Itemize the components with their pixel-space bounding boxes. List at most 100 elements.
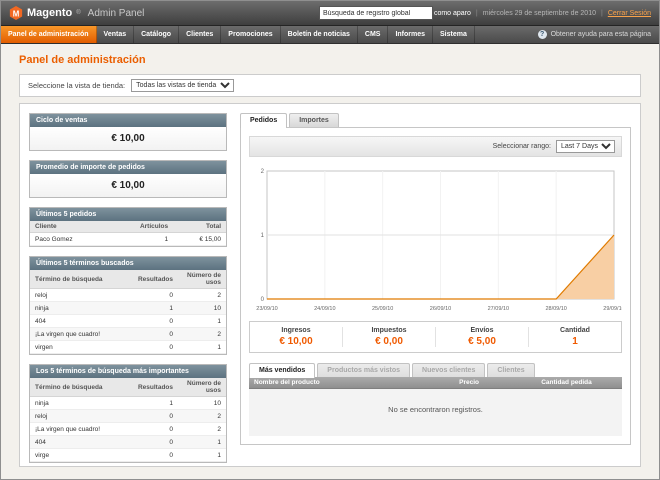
nav-item-label: Catálogo <box>141 31 171 38</box>
last-search-terms-table: Término de búsqueda Resultados Número de… <box>30 270 226 354</box>
nav-item[interactable]: Ventas <box>97 26 135 43</box>
nav-item-label: Ventas <box>104 31 127 38</box>
nav-item-label: Promociones <box>228 31 272 38</box>
search-term-row[interactable]: ninja 1 10 <box>30 397 226 410</box>
nav-item[interactable]: Sistema <box>433 26 475 43</box>
column-header: Cantidad pedida <box>536 377 622 389</box>
main-navigation: Panel de administración Ventas Catálogo Cli… <box>1 26 659 44</box>
total-cell: Cantidad 1 <box>529 327 621 347</box>
range-selector-bar: Seleccionar rango: Last 7 Days <box>249 136 622 157</box>
orders-chart: 01223/09/1024/09/1025/09/1026/09/1027/09… <box>249 164 622 314</box>
totals-bar: Ingresos € 10,00 Impuestos € 0,00 Envíos… <box>249 321 622 353</box>
svg-text:M: M <box>13 10 20 19</box>
total-value: 1 <box>529 336 621 347</box>
dashboard-right-column: PedidosImportes Seleccionar rango: Last … <box>240 113 631 457</box>
search-term: ninja <box>30 397 133 410</box>
search-term-row[interactable]: virgen 0 1 <box>30 341 226 354</box>
column-header: Resultados <box>133 378 178 397</box>
nav-item-label: Informes <box>395 31 425 38</box>
store-view-select[interactable]: Todas las vistas de tienda <box>131 79 234 92</box>
range-label: Seleccionar rango: <box>493 143 551 150</box>
dashboard-left-column: Ciclo de ventas € 10,00 Promedio de impo… <box>29 113 227 457</box>
lifetime-sales-box: Ciclo de ventas € 10,00 <box>29 113 227 151</box>
average-orders-title: Promedio de importe de pedidos <box>30 161 226 174</box>
search-term-row[interactable]: reloj 0 2 <box>30 410 226 423</box>
magento-logo-icon: M <box>9 6 23 20</box>
total-cell: Envíos € 5,00 <box>436 327 529 347</box>
help-icon: ? <box>538 30 547 39</box>
search-uses: 2 <box>178 410 226 423</box>
nav-item[interactable]: Boletín de noticias <box>281 26 358 43</box>
nav-item-label: Clientes <box>186 31 213 38</box>
search-uses: 1 <box>178 436 226 449</box>
search-term: reloj <box>30 289 133 302</box>
search-results: 1 <box>133 302 178 315</box>
total-label: Envíos <box>436 327 528 334</box>
last-orders-box: Últimos 5 pedidos Cliente Artículos Tota… <box>29 207 227 247</box>
separator: | <box>476 10 478 17</box>
nav-item[interactable]: Clientes <box>179 26 221 43</box>
magento-logo: M Magento® Admin Panel <box>9 6 144 20</box>
search-uses: 2 <box>178 423 226 436</box>
search-results: 0 <box>133 449 178 462</box>
svg-text:2: 2 <box>261 169 265 175</box>
nav-menu: Panel de administración Ventas Catálogo Cli… <box>1 26 475 43</box>
search-term-row[interactable]: 404 0 1 <box>30 315 226 328</box>
range-select[interactable]: Last 7 Days <box>556 140 615 153</box>
global-search-input[interactable] <box>319 6 433 20</box>
grid-tab[interactable]: Más vendidos <box>249 363 315 378</box>
order-items: 1 <box>109 233 173 246</box>
search-term: ¡La virgen que cuadro! <box>30 423 133 436</box>
nav-item-label: Sistema <box>440 31 467 38</box>
help-label: Obtener ayuda para esta página <box>551 31 651 38</box>
search-uses: 1 <box>178 341 226 354</box>
current-date: miércoles 29 de septiembre de 2010 <box>483 10 596 17</box>
svg-text:26/09/10: 26/09/10 <box>430 306 451 312</box>
order-total: € 15,00 <box>173 233 226 246</box>
chart-tab[interactable]: Importes <box>289 113 339 127</box>
column-header: Término de búsqueda <box>30 378 133 397</box>
svg-text:1: 1 <box>261 233 265 239</box>
total-cell: Impuestos € 0,00 <box>343 327 436 347</box>
search-term-row[interactable]: 404 0 1 <box>30 436 226 449</box>
search-term: virge <box>30 449 133 462</box>
search-term-row[interactable]: reloj 0 2 <box>30 289 226 302</box>
search-term-row[interactable]: virge 0 1 <box>30 449 226 462</box>
search-term-row[interactable]: ¡La virgen que cuadro! 0 2 <box>30 328 226 341</box>
search-results: 0 <box>133 328 178 341</box>
chart-tabs: PedidosImportes <box>240 113 631 127</box>
nav-item[interactable]: Catálogo <box>134 26 179 43</box>
column-header: Artículos <box>109 221 173 233</box>
logout-link[interactable]: Cerrar Sesión <box>608 10 651 17</box>
total-value: € 5,00 <box>436 336 528 347</box>
top-bar: M Magento® Admin Panel Accedió como apar… <box>1 1 659 26</box>
search-uses: 2 <box>178 328 226 341</box>
search-term-row[interactable]: ninja 1 10 <box>30 302 226 315</box>
svg-text:25/09/10: 25/09/10 <box>372 306 393 312</box>
search-term-row[interactable]: ¡La virgen que cuadro! 0 2 <box>30 423 226 436</box>
column-header: Nombre del producto <box>249 377 454 389</box>
nav-item[interactable]: Promociones <box>221 26 280 43</box>
search-term: 404 <box>30 436 133 449</box>
search-term: 404 <box>30 315 133 328</box>
order-row[interactable]: Paco Gomez 1 € 15,00 <box>30 233 226 246</box>
page-help-link[interactable]: ? Obtener ayuda para esta página <box>530 26 659 43</box>
lifetime-sales-value: € 10,00 <box>30 127 226 150</box>
search-results: 0 <box>133 410 178 423</box>
total-label: Cantidad <box>529 327 621 334</box>
magento-admin-window: M Magento® Admin Panel Accedió como apar… <box>0 0 660 480</box>
column-header: Precio <box>454 377 536 389</box>
search-uses: 1 <box>178 449 226 462</box>
search-results: 0 <box>133 289 178 302</box>
chart-tab[interactable]: Pedidos <box>240 113 287 128</box>
last-search-terms-box: Últimos 5 términos buscados Término de b… <box>29 256 227 355</box>
nav-item[interactable]: Panel de administración <box>1 26 97 43</box>
column-header: Cliente <box>30 221 109 233</box>
svg-text:28/09/10: 28/09/10 <box>545 306 566 312</box>
nav-item[interactable]: Informes <box>388 26 433 43</box>
nav-item[interactable]: CMS <box>358 26 389 43</box>
search-uses: 10 <box>178 397 226 410</box>
session-info: Accedió como aparo | miércoles 29 de sep… <box>407 10 651 17</box>
column-header: Total <box>173 221 226 233</box>
empty-records-message: No se encontraron registros. <box>249 389 622 437</box>
